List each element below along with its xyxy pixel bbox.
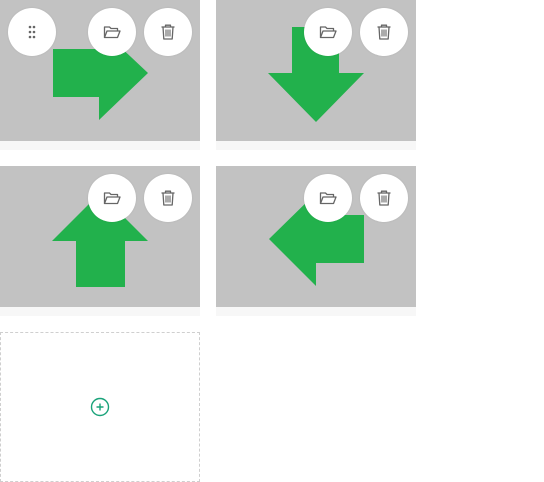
open-folder-button[interactable] xyxy=(304,8,352,56)
folder-open-icon xyxy=(102,22,122,42)
add-image-tile[interactable] xyxy=(0,332,200,482)
delete-button[interactable] xyxy=(144,8,192,56)
folder-open-icon xyxy=(318,22,338,42)
image-card-2[interactable] xyxy=(216,0,416,150)
trash-icon xyxy=(374,22,394,42)
delete-button[interactable] xyxy=(144,174,192,222)
delete-button[interactable] xyxy=(360,174,408,222)
trash-icon xyxy=(374,188,394,208)
image-card-3[interactable] xyxy=(0,166,200,316)
open-folder-button[interactable] xyxy=(304,174,352,222)
add-circle-icon xyxy=(90,397,110,417)
trash-icon xyxy=(158,188,178,208)
image-card-1[interactable] xyxy=(0,0,200,150)
trash-icon xyxy=(158,22,178,42)
open-folder-button[interactable] xyxy=(88,174,136,222)
folder-open-icon xyxy=(318,188,338,208)
image-card-4[interactable] xyxy=(216,166,416,316)
drag-handle-icon xyxy=(28,25,36,39)
folder-open-icon xyxy=(102,188,122,208)
delete-button[interactable] xyxy=(360,8,408,56)
drag-handle-button[interactable] xyxy=(8,8,56,56)
open-folder-button[interactable] xyxy=(88,8,136,56)
